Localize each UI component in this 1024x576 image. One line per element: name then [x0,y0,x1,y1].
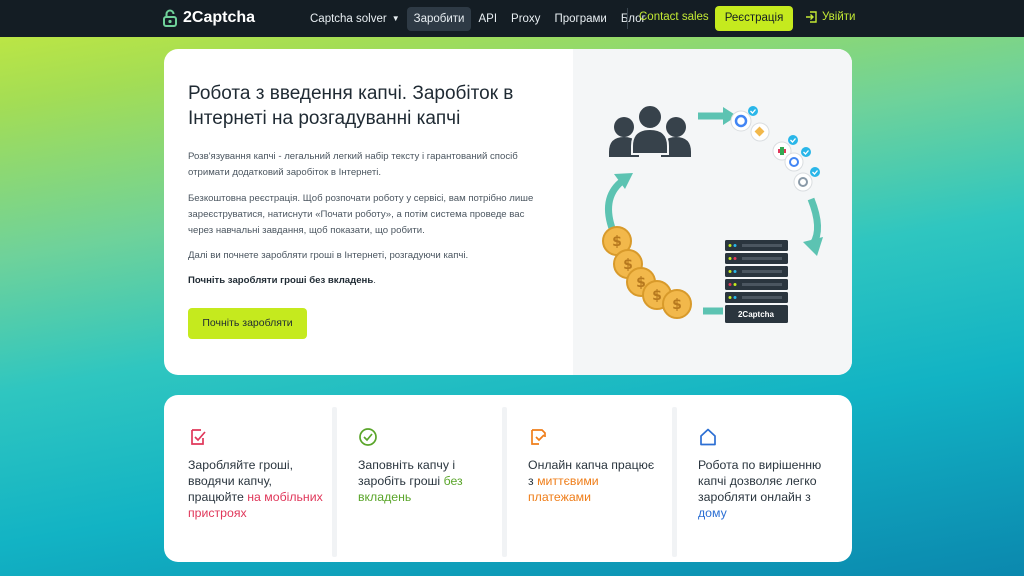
hero-paragraph-3: Далі ви почнете заробляти гроші в Інтерн… [188,250,469,261]
feature-highlight: миттєвими платежами [528,474,599,504]
check-circle-icon [359,428,377,446]
coins-icon: $$$$$ [602,226,692,319]
login-icon [806,11,817,23]
edit-arrow-icon [531,429,546,445]
top-navbar: 2Captcha Captcha solver ▼ Заробити API Pr… [0,0,1024,37]
logo-text: 2Captcha [183,9,256,26]
feature-no-investment: Заповніть капчу і заробіть гроші без вкл… [334,395,496,562]
login-link[interactable]: Увійти [805,11,855,23]
nav-earn[interactable]: Заробити [406,7,472,31]
feature-highlight: дому [698,506,727,520]
hero-paragraph-2: Безкоштовна реєстрація. Щоб розпочати ро… [188,193,534,236]
features-card: Заробляйте гроші, вводячи капчу, працюйт… [164,395,852,562]
feature-text: Заповніть капчу і заробіть гроші без вкл… [358,457,493,505]
hero-paragraph-4: Почніть заробляти гроші без вкладень. [188,273,548,289]
nav-proxy[interactable]: Proxy [504,7,547,31]
feature-instant-payments: Онлайн капча працює з миттєвими платежам… [504,395,666,562]
feature-mobile: Заробляйте гроші, вводячи капчу, працюйт… [164,395,326,562]
hero-paragraph-1: Розв'язування капчі - легальний легкий н… [188,151,518,178]
nav-api[interactable]: API [471,7,504,31]
nav-captcha-solver-label: Captcha solver [310,13,387,25]
page-title: Робота з введення капчі. Заробіток в Інт… [188,83,514,129]
home-icon [700,428,716,446]
contact-sales-link[interactable]: Contact sales [639,11,709,23]
hero-card: Робота з введення капчі. Заробіток в Інт… [164,49,852,375]
login-label: Увійти [822,11,856,23]
server-label: 2Captcha [738,310,775,319]
logo[interactable]: 2Captcha [163,9,255,27]
nav-programs[interactable]: Програми [547,7,613,31]
svg-text:$: $ [636,275,646,291]
feature-text: Онлайн капча працює з миттєвими платежам… [528,457,663,505]
svg-text:$: $ [652,288,662,304]
feature-text-main: Заповніть капчу і заробіть гроші [358,458,456,488]
feature-text-main: Робота по вирішенню капчі дозволяє легко… [698,458,822,504]
arrow-right-down-icon [807,197,821,246]
svg-text:$: $ [623,257,633,273]
hero-bold-text: Почніть заробляти гроші без вкладень [188,275,374,286]
main-menu: Captcha solver ▼ Заробити API Proxy Прогр… [303,7,653,31]
start-earning-button[interactable]: Почніть заробляти [188,308,307,339]
feature-home: Робота по вирішенню капчі дозволяє легко… [674,395,836,562]
register-button[interactable]: Реєстрація [715,6,793,31]
people-icon [609,104,691,157]
svg-text:$: $ [612,234,622,250]
feature-text: Робота по вирішенню капчі дозволяє легко… [698,457,833,521]
earning-cycle-illustration: $$$$$ 2Captcha [602,104,823,323]
nav-captcha-solver[interactable]: Captcha solver ▼ [303,7,407,31]
arrow-left-up-icon [605,179,624,233]
nav-divider [627,8,628,29]
svg-text:$: $ [672,297,682,313]
lock-logo-icon [163,9,177,27]
chevron-down-icon: ▼ [391,14,400,23]
feature-text: Заробляйте гроші, вводячи капчу, працюйт… [188,457,323,521]
edit-check-icon [191,429,206,445]
hero-bold-text-end: . [373,275,376,286]
captcha-icons [730,106,820,192]
server-icon: 2Captcha [725,240,788,323]
